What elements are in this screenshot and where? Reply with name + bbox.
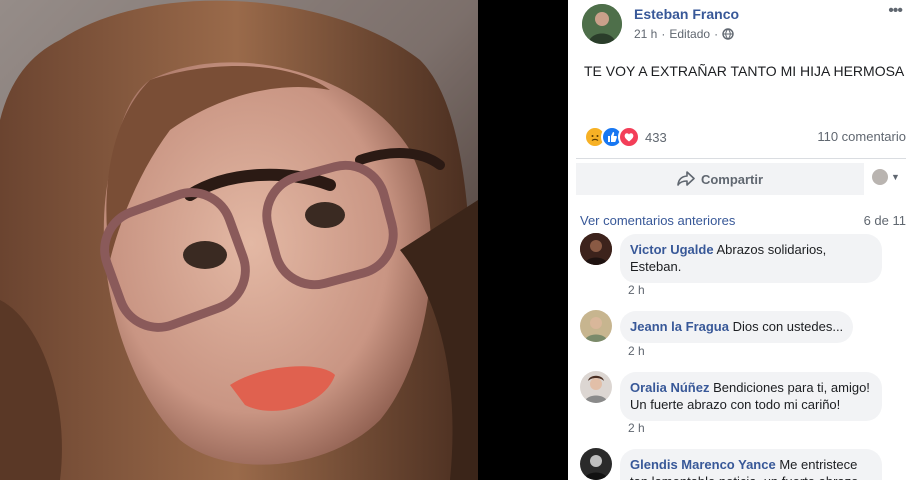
commenter-avatar[interactable]	[580, 310, 612, 342]
post-time[interactable]: 21 h	[634, 27, 657, 41]
comment-bubble: Victor Ugalde Abrazos solidarios, Esteba…	[620, 234, 882, 283]
share-button[interactable]: Compartir	[576, 163, 864, 195]
post-text: TE VOY A EXTRAÑAR TANTO MI HIJA HERMOSA …	[584, 63, 906, 79]
comment-author[interactable]: Jeann la Fragua	[630, 319, 729, 334]
comment-count-link[interactable]: 110 comentario	[817, 129, 906, 144]
portrait-illustration	[0, 0, 478, 480]
meta-separator: ·	[714, 27, 719, 41]
comment-bubble: Glendis Marenco Yance Me entristece tan …	[620, 449, 882, 480]
comment-time[interactable]: 2 h	[628, 344, 645, 358]
comment-author[interactable]: Glendis Marenco Yance	[630, 457, 776, 472]
reaction-count: 433	[645, 129, 667, 145]
action-divider	[576, 158, 906, 159]
meta-separator: ·	[661, 27, 666, 41]
photo-backdrop	[478, 0, 568, 480]
love-reaction-icon	[618, 126, 640, 148]
chevron-down-icon: ▼	[891, 172, 900, 182]
comment-time[interactable]: 2 h	[628, 283, 645, 297]
audience-selector[interactable]: ▼	[872, 169, 900, 185]
author-avatar[interactable]	[582, 4, 622, 44]
comment-bubble: Oralia Núñez Bendiciones para ti, amigo!…	[620, 372, 882, 421]
post-panel: Esteban Franco 21 h · Editado · ••• TE V…	[568, 0, 906, 480]
globe-icon	[722, 28, 734, 40]
comment-time[interactable]: 2 h	[628, 421, 645, 435]
reactions-summary[interactable]: 433	[584, 126, 667, 148]
comment-author[interactable]: Victor Ugalde	[630, 242, 714, 257]
commenter-avatar[interactable]	[580, 448, 612, 480]
post-author-name[interactable]: Esteban Franco	[634, 6, 739, 22]
comment-text: Dios con ustedes...	[732, 319, 844, 334]
commenter-avatar[interactable]	[580, 233, 612, 265]
comment-pager: 6 de 11	[863, 213, 906, 228]
post-edited-label[interactable]: Editado	[669, 27, 710, 41]
share-label: Compartir	[700, 171, 764, 187]
view-previous-comments-link[interactable]: Ver comentarios anteriores	[580, 213, 735, 228]
comment-bubble: Jeann la Fragua Dios con ustedes...	[620, 311, 854, 343]
more-options-icon[interactable]: •••	[888, 2, 903, 20]
share-icon	[677, 171, 695, 186]
viewer-avatar	[872, 169, 888, 185]
commenter-avatar[interactable]	[580, 371, 612, 403]
post-meta: 21 h · Editado ·	[634, 27, 734, 41]
comment-author[interactable]: Oralia Núñez	[630, 380, 709, 395]
post-photo[interactable]	[0, 0, 478, 480]
